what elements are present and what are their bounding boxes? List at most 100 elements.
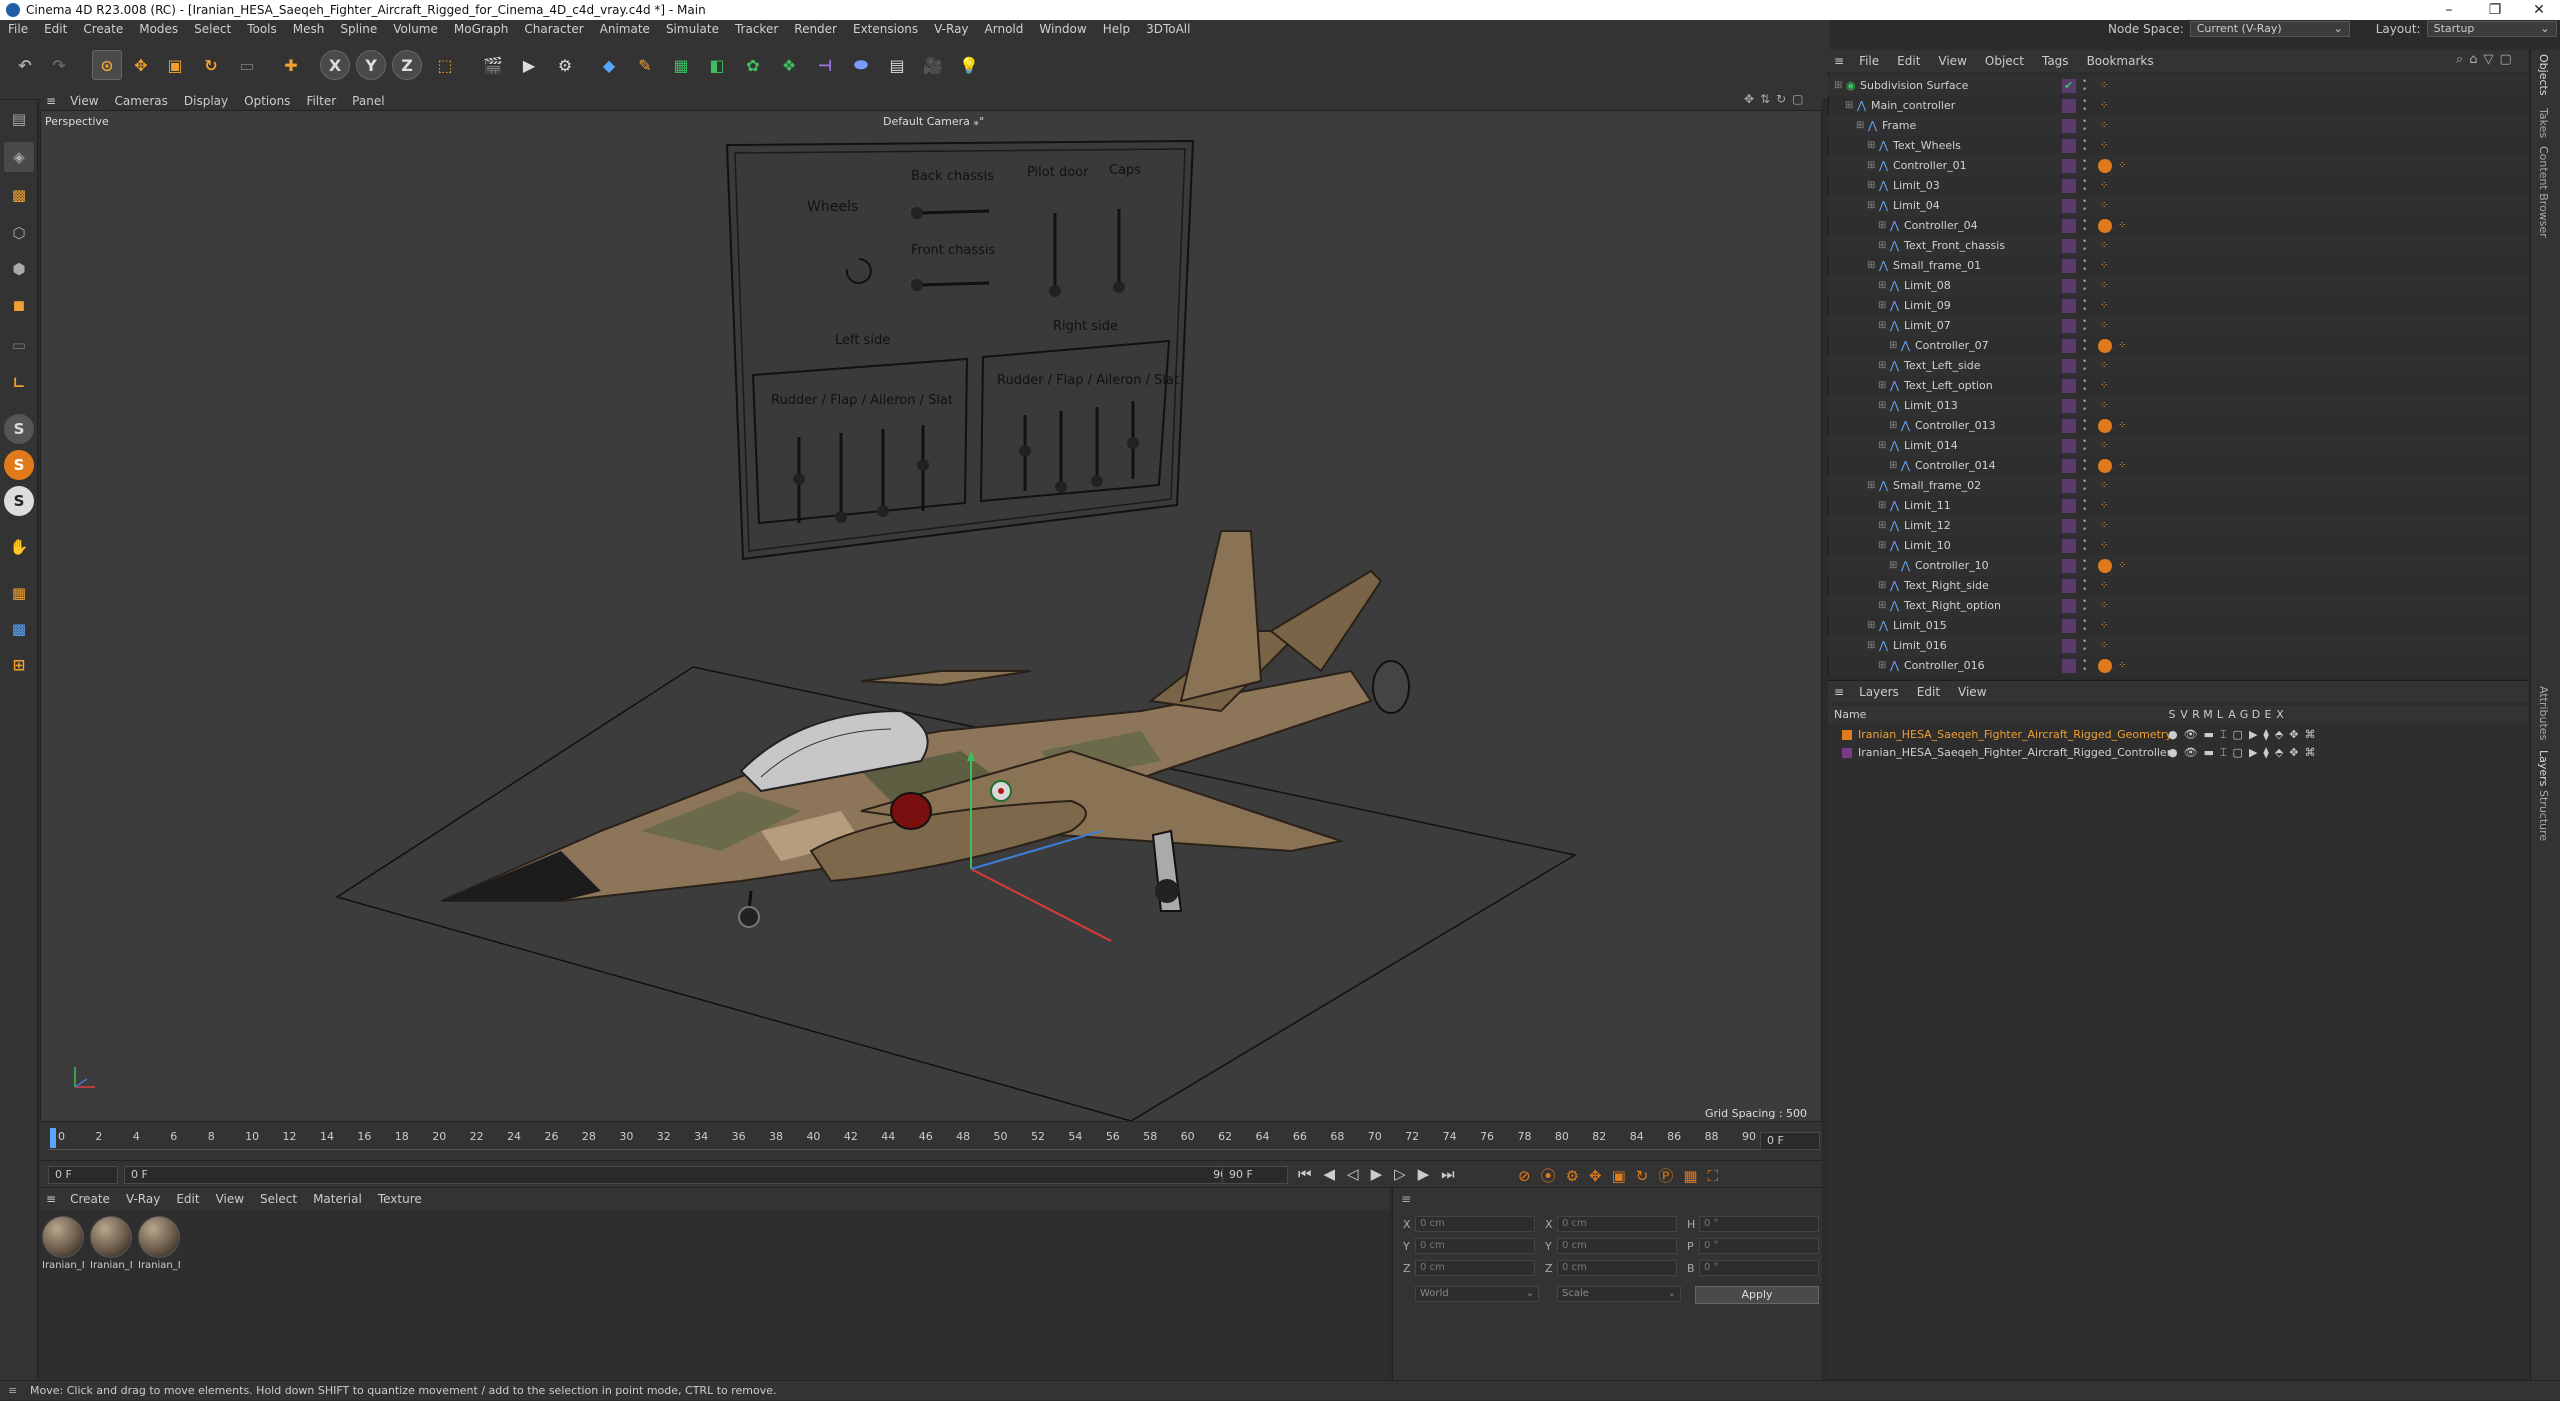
menu-animate[interactable]: Animate: [592, 22, 658, 36]
visibility-dots-icon[interactable]: • •: [2082, 98, 2088, 115]
layer-color-chip[interactable]: [2062, 519, 2076, 533]
expand-toggle-icon[interactable]: ⊞: [1867, 156, 1875, 176]
expand-toggle-icon[interactable]: ⊞: [1878, 396, 1886, 416]
move-tool-icon[interactable]: ✥: [126, 50, 156, 80]
tab-structure[interactable]: Structure: [2537, 790, 2550, 841]
expand-toggle-icon[interactable]: ⊞: [1889, 456, 1897, 476]
layer-color-chip[interactable]: [2062, 139, 2076, 153]
maximize-icon[interactable]: ❐: [2472, 0, 2518, 20]
layer-color-chip[interactable]: [2062, 459, 2076, 473]
xpresso-tag-icon[interactable]: ⁘: [2100, 601, 2110, 611]
layer-toggle-icons[interactable]: ●👁▬⌶▢▶⧫⬘✥⌘: [2168, 744, 2322, 762]
menu-help[interactable]: Help: [1095, 22, 1138, 36]
locked-workplane-icon[interactable]: ⊞: [4, 650, 34, 680]
camera-icon[interactable]: 🎥: [918, 50, 948, 80]
xpresso-tag-icon[interactable]: ⁘: [2100, 121, 2110, 131]
rot-b-field[interactable]: 0 °: [1699, 1260, 1819, 1276]
visibility-dots-icon[interactable]: • •: [2082, 178, 2088, 195]
xpresso-tag-icon[interactable]: ⁘: [2100, 441, 2110, 451]
expand-toggle-icon[interactable]: ⊞: [1878, 536, 1886, 556]
viewport-hamburger-icon[interactable]: ≡: [40, 94, 62, 108]
pos-z-field[interactable]: 0 cm: [1415, 1260, 1535, 1276]
obj-menu-bookmarks[interactable]: Bookmarks: [2078, 54, 2163, 68]
xpresso-tag-icon[interactable]: ⁘: [2100, 181, 2110, 191]
expand-toggle-icon[interactable]: ⊞: [1867, 136, 1875, 156]
expand-toggle-icon[interactable]: ⊞: [1845, 96, 1853, 116]
subdivision-icon[interactable]: ▦: [666, 50, 696, 80]
constraint-tag-icon[interactable]: [2098, 159, 2112, 173]
menu-tools[interactable]: Tools: [239, 22, 285, 36]
expand-toggle-icon[interactable]: ⊞: [1878, 576, 1886, 596]
visibility-dots-icon[interactable]: • •: [2082, 498, 2088, 515]
menu-3dtoall[interactable]: 3DToAll: [1138, 22, 1198, 36]
layer-color-swatch[interactable]: [1842, 748, 1852, 758]
object-row[interactable]: ⊞ ⋀ Limit_08 • • ⁘: [1828, 276, 2528, 296]
layer-column-header[interactable]: X: [2274, 706, 2286, 724]
layer-color-chip[interactable]: [2062, 619, 2076, 633]
recent-tool-icon[interactable]: ▭: [232, 50, 262, 80]
visibility-dots-icon[interactable]: • •: [2082, 118, 2088, 135]
visibility-dots-icon[interactable]: • •: [2082, 478, 2088, 495]
xpresso-tag-icon[interactable]: ⁘: [2100, 401, 2110, 411]
pen-spline-icon[interactable]: ✎: [630, 50, 660, 80]
menu-file[interactable]: File: [0, 22, 36, 36]
xpresso-tag-icon[interactable]: ⁘: [2100, 541, 2110, 551]
visibility-dots-icon[interactable]: • •: [2082, 138, 2088, 155]
visibility-dots-icon[interactable]: • •: [2082, 458, 2088, 475]
visibility-dots-icon[interactable]: • •: [2082, 598, 2088, 615]
visibility-dots-icon[interactable]: • •: [2082, 338, 2088, 355]
expand-toggle-icon[interactable]: ⊞: [1867, 636, 1875, 656]
layer-color-chip[interactable]: [2062, 99, 2076, 113]
object-row[interactable]: ⊞ ⋀ Controller_04 • • ⁘: [1828, 216, 2528, 236]
visibility-dots-icon[interactable]: • •: [2082, 258, 2088, 275]
scale-tool-icon[interactable]: ▣: [160, 50, 190, 80]
menu-mograph[interactable]: MoGraph: [446, 22, 517, 36]
layer-color-chip[interactable]: [2062, 399, 2076, 413]
object-row[interactable]: ⊞ ⋀ Limit_12 • • ⁘: [1828, 516, 2528, 536]
expand-toggle-icon[interactable]: ⊞: [1867, 476, 1875, 496]
layer-color-chip[interactable]: [2062, 239, 2076, 253]
layer-column-header[interactable]: E: [2262, 706, 2274, 724]
sculpt-icon[interactable]: ▦: [4, 578, 34, 608]
xpresso-tag-icon[interactable]: ⁘: [2100, 361, 2110, 371]
expand-toggle-icon[interactable]: ⊞: [1856, 116, 1864, 136]
rot-h-field[interactable]: 0 °: [1699, 1216, 1819, 1232]
object-row[interactable]: ⊞ ⋀ Text_Front_chassis • • ⁘: [1828, 236, 2528, 256]
enabled-check-icon[interactable]: ✔: [2064, 76, 2073, 96]
layer-menu-layers[interactable]: Layers: [1850, 685, 1908, 699]
xpresso-tag-icon[interactable]: ⁘: [2100, 141, 2110, 151]
layer-color-chip[interactable]: [2062, 119, 2076, 133]
status-hamburger-icon[interactable]: ≡: [8, 1381, 17, 1401]
axis-mode-icon[interactable]: ∟: [4, 368, 34, 398]
object-row[interactable]: ⊞ ⋀ Main_controller • • ⁘: [1828, 96, 2528, 116]
rotate-tool-icon[interactable]: ↻: [196, 50, 226, 80]
layer-column-header[interactable]: M: [2202, 706, 2214, 724]
layer-color-chip[interactable]: [2062, 279, 2076, 293]
xpresso-tag-icon[interactable]: ⁘: [2100, 201, 2110, 211]
object-row[interactable]: ⊞ ⋀ Limit_04 • • ⁘: [1828, 196, 2528, 216]
layer-column-header[interactable]: V: [2178, 706, 2190, 724]
object-row[interactable]: ⊞ ⋀ Limit_11 • • ⁘: [1828, 496, 2528, 516]
edges-mode-icon[interactable]: ⬢: [4, 254, 34, 284]
visibility-dots-icon[interactable]: • •: [2082, 378, 2088, 395]
menu-window[interactable]: Window: [1031, 22, 1094, 36]
layer-color-chip[interactable]: [2062, 559, 2076, 573]
menu-vray[interactable]: V-Ray: [926, 22, 976, 36]
object-row[interactable]: ⊞ ⋀ Controller_01 • • ⁘: [1828, 156, 2528, 176]
current-frame-field[interactable]: 0 F: [1760, 1132, 1820, 1150]
menu-extensions[interactable]: Extensions: [845, 22, 926, 36]
menu-select[interactable]: Select: [186, 22, 239, 36]
layer-color-chip[interactable]: [2062, 539, 2076, 553]
light-icon[interactable]: 💡: [954, 50, 984, 80]
y-axis-icon[interactable]: Y: [356, 50, 386, 80]
add-tool-icon[interactable]: ✚: [276, 50, 306, 80]
expand-toggle-icon[interactable]: ⊞: [1878, 596, 1886, 616]
minimize-icon[interactable]: –: [2426, 0, 2472, 20]
xpresso-tag-icon[interactable]: ⁘: [2100, 381, 2110, 391]
expand-toggle-icon[interactable]: ⊞: [1867, 196, 1875, 216]
layer-column-header[interactable]: S: [2166, 706, 2178, 724]
size-z-field[interactable]: 0 cm: [1557, 1260, 1677, 1276]
make-editable-icon[interactable]: ▤: [4, 104, 34, 134]
xpresso-tag-icon[interactable]: ⁘: [2100, 101, 2110, 111]
menu-arnold[interactable]: Arnold: [977, 22, 1032, 36]
